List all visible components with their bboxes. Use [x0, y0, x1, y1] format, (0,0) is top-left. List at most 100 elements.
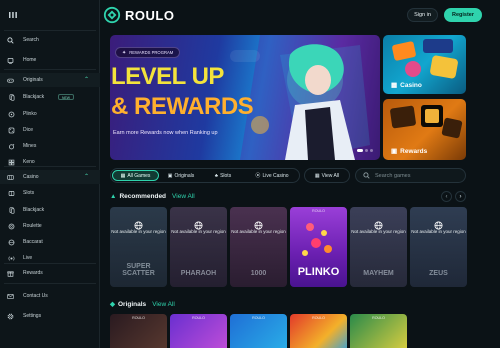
sidebar-section-originals[interactable]: Originals ⌃ — [0, 73, 100, 87]
sidebar-item-label: Plinko — [23, 111, 37, 117]
grid-icon: ▦ — [120, 172, 126, 179]
sidebar-item-settings[interactable]: Settings — [0, 309, 100, 323]
game-card[interactable]: Not available in your region ZEUS — [410, 207, 467, 287]
chevron-right-icon: › — [459, 193, 462, 200]
original-game-card[interactable]: ROULO — [290, 314, 347, 348]
sidebar-item-blackjack[interactable]: Blackjack NEW — [0, 90, 100, 104]
carousel-dots[interactable] — [357, 149, 373, 152]
brand-tag: ROULO — [192, 316, 205, 320]
logo-text: ROULO — [125, 7, 175, 23]
sidebar-item-label: Contact Us — [23, 293, 48, 299]
cards-icon — [8, 93, 15, 101]
original-game-card[interactable]: ROULO — [110, 314, 167, 348]
tab-label: Slots — [220, 172, 232, 179]
tab-label: Live Casino — [262, 172, 289, 179]
sidebar-section-label: Casino — [23, 174, 39, 180]
tab-all-games[interactable]: ▦ All Games — [112, 170, 159, 181]
sidebar-item-label: Baccarat — [23, 239, 43, 245]
rewards-card[interactable]: ▣ Rewards — [383, 99, 466, 160]
sidebar-item-label: Roulette — [23, 223, 42, 229]
tab-originals[interactable]: ▣ Originals — [161, 170, 201, 181]
game-card-plinko[interactable]: ROULO PLINKO — [290, 207, 347, 287]
menu-toggle-button[interactable] — [6, 8, 20, 22]
sidebar-divider — [4, 69, 96, 70]
game-card[interactable]: Not available in your region MAYHEM — [350, 207, 407, 287]
sidebar-item-label: Settings — [23, 313, 42, 319]
grid-icon: ▦ — [314, 172, 320, 179]
slots-icon: ♣ — [214, 172, 219, 179]
sign-in-button[interactable]: Sign in — [407, 8, 438, 22]
gift-icon — [7, 270, 14, 277]
game-name: 1000 — [250, 270, 267, 277]
carousel-dot[interactable] — [365, 149, 368, 152]
game-card[interactable]: Not available in your region SUPER SCATT… — [110, 207, 167, 287]
sidebar: Search Home Originals ⌃ Blackjack NEW Pl… — [0, 0, 100, 348]
sidebar-item-plinko[interactable]: Plinko — [0, 107, 100, 121]
rewards-program-pill: ✦ REWARDS PROGRAM — [115, 47, 181, 58]
plinko-icon — [8, 111, 15, 118]
sidebar-item-label: Blackjack — [23, 207, 45, 213]
tab-slots[interactable]: ♣ Slots — [208, 170, 238, 181]
sidebar-item-home[interactable]: Home — [0, 53, 100, 67]
mine-icon — [8, 143, 15, 150]
tab-live-casino[interactable]: ⦿ Live Casino — [248, 170, 296, 181]
sidebar-item-slots[interactable]: Slots — [0, 186, 100, 200]
dice-icon — [8, 127, 15, 134]
rewards-card-label: ▣ Rewards — [391, 147, 428, 156]
app-root: Search Home Originals ⌃ Blackjack NEW Pl… — [0, 0, 500, 348]
game-card[interactable]: Not available in your region 1000 — [230, 207, 287, 287]
sidebar-item-mines[interactable]: Mines — [0, 139, 100, 153]
carousel-dot[interactable] — [357, 149, 363, 152]
sidebar-item-label: Mines — [23, 143, 37, 149]
gamepad-icon — [7, 77, 14, 84]
recommended-view-all-link[interactable]: View All — [172, 193, 195, 200]
chevron-left-icon: ‹ — [445, 193, 448, 200]
flame-icon: ▲ — [110, 193, 117, 200]
sidebar-item-casino-blackjack[interactable]: Blackjack — [0, 203, 100, 217]
hero-banner[interactable]: ✦ REWARDS PROGRAM LEVEL UP & REWARDS Ear… — [110, 35, 380, 160]
view-all-button[interactable]: ▦ View All — [304, 168, 350, 183]
search-icon — [363, 172, 370, 179]
sidebar-divider — [4, 283, 96, 284]
sidebar-section-casino[interactable]: Casino ⌃ — [0, 170, 100, 184]
search-input[interactable] — [375, 172, 465, 179]
sidebar-item-label: Home — [23, 57, 37, 63]
sidebar-item-roulette[interactable]: Roulette — [0, 219, 100, 233]
sidebar-section-label: Originals — [23, 77, 43, 83]
chevron-up-icon: ⌃ — [83, 77, 89, 83]
sidebar-item-label: Live — [23, 255, 33, 261]
hero-title-line2: & REWARDS — [111, 93, 254, 120]
originals-view-all-link[interactable]: View All — [152, 301, 175, 308]
casino-card-label: ▦ Casino — [391, 81, 422, 90]
gift-icon: ▣ — [391, 148, 398, 155]
register-button[interactable]: Register — [444, 8, 482, 22]
original-game-card[interactable]: ROULO — [170, 314, 227, 348]
logo[interactable]: ROULO — [103, 6, 174, 24]
original-game-card[interactable]: ROULO — [230, 314, 287, 348]
scroll-left-button[interactable]: ‹ — [441, 191, 452, 202]
originals-header: ◆ Originals View All — [110, 300, 175, 309]
section-title: Recommended — [119, 193, 167, 200]
cards-icon — [8, 206, 15, 214]
pill-label: REWARDS PROGRAM — [129, 50, 174, 55]
casino-card[interactable]: ▦ Casino — [383, 35, 466, 94]
brand-tag: ROULO — [312, 316, 325, 320]
original-game-card[interactable]: ROULO — [350, 314, 407, 348]
sidebar-item-label: Slots — [23, 190, 35, 196]
brand-tag: ROULO — [372, 316, 385, 320]
sidebar-item-contact[interactable]: Contact Us — [0, 289, 100, 303]
home-icon — [7, 57, 14, 64]
sidebar-item-search[interactable]: Search — [0, 33, 100, 47]
scroll-right-button[interactable]: › — [455, 191, 466, 202]
sidebar-item-dice[interactable]: Dice — [0, 123, 100, 137]
slots-icon — [8, 190, 15, 197]
sidebar-item-baccarat[interactable]: Baccarat — [0, 235, 100, 249]
search-bar[interactable] — [355, 168, 466, 183]
carousel-dot[interactable] — [370, 149, 373, 152]
originals-icon: ◆ — [110, 301, 115, 308]
rewards-card-text: Rewards — [400, 147, 428, 155]
game-card[interactable]: Not available in your region PHARAOH — [170, 207, 227, 287]
view-all-label: View All — [321, 172, 340, 179]
sidebar-item-rewards[interactable]: Rewards — [0, 266, 100, 280]
sidebar-item-label: Dice — [23, 127, 34, 133]
